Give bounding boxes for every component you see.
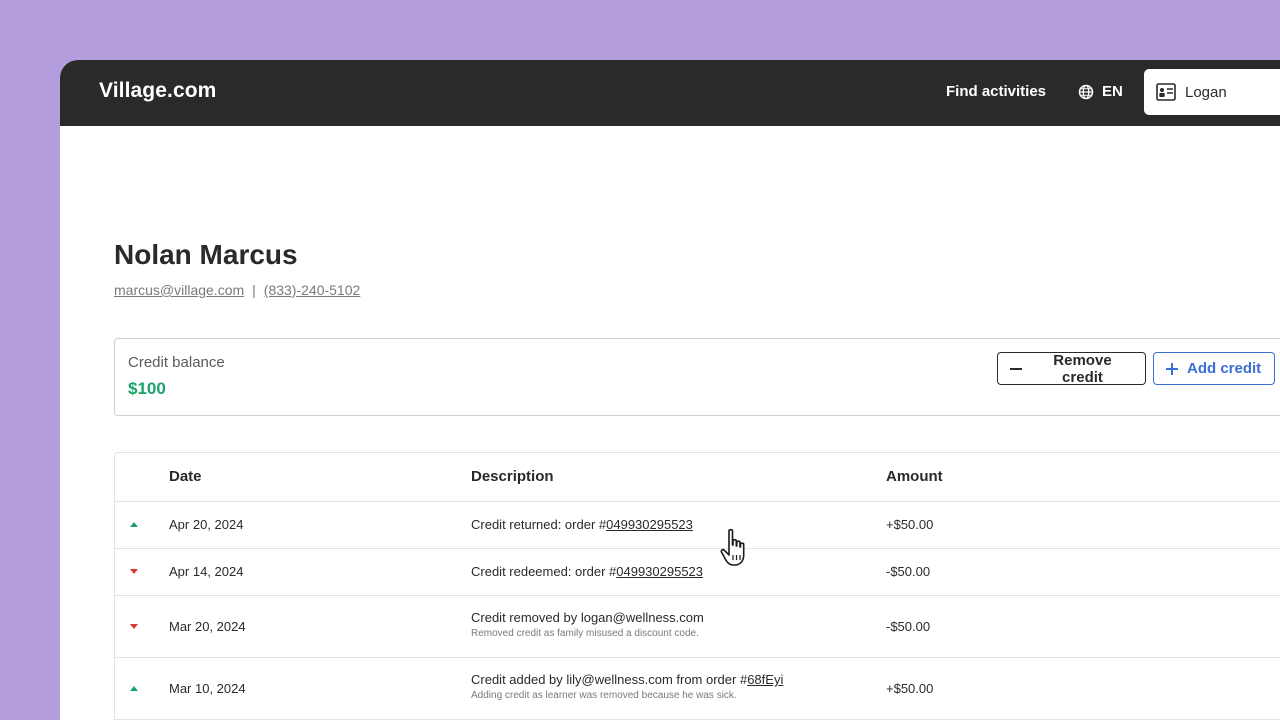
phone-link[interactable]: (833)-240-5102 [264, 282, 361, 298]
credit-balance-label: Credit balance [128, 354, 225, 371]
table-row[interactable]: Apr 14, 2024 Credit redeemed: order #049… [115, 549, 1280, 596]
find-activities-link[interactable]: Find activities [946, 83, 1046, 100]
row-date: Mar 10, 2024 [169, 681, 246, 696]
description-text: Credit redeemed: order # [471, 564, 617, 579]
language-label: EN [1102, 83, 1123, 100]
row-date: Mar 20, 2024 [169, 619, 246, 634]
row-date: Apr 14, 2024 [169, 564, 244, 579]
column-header-date[interactable]: Date [169, 468, 202, 485]
table-row[interactable]: Mar 10, 2024 Credit added by lily@wellne… [115, 658, 1280, 720]
row-amount: -$50.00 [886, 564, 931, 579]
credit-balance-value: $100 [128, 379, 166, 398]
logo[interactable]: Village.com [99, 79, 216, 103]
order-link[interactable]: 049930295523 [616, 564, 703, 579]
add-credit-label: Add credit [1187, 360, 1262, 377]
description-text: Credit added by lily@wellness.com from o… [471, 672, 748, 687]
email-link[interactable]: marcus@village.com [114, 282, 244, 298]
user-name: Logan [1185, 83, 1227, 101]
top-navigation-bar: Village.com Find activities EN Logan [60, 60, 1280, 126]
order-link[interactable]: 68fEyi [747, 672, 783, 687]
row-description: Credit removed by logan@wellness.com Rem… [471, 610, 704, 639]
plus-icon [1166, 362, 1178, 375]
remove-credit-label: Remove credit [1053, 351, 1112, 386]
id-card-icon [1156, 83, 1176, 101]
description-note: Adding credit as learner was removed bec… [471, 690, 737, 701]
table-row[interactable]: Apr 20, 2024 Credit returned: order #049… [115, 502, 1280, 549]
increase-arrow-icon [130, 686, 138, 691]
order-link[interactable]: 049930295523 [606, 517, 693, 532]
globe-icon [1078, 84, 1094, 99]
description-text: Credit returned: order # [471, 517, 607, 532]
description-note: Removed credit as family misused a disco… [471, 628, 699, 639]
row-date: Apr 20, 2024 [169, 517, 244, 532]
hand-pointer-cursor-icon [720, 528, 745, 566]
row-amount: +$50.00 [886, 517, 934, 532]
row-description: Credit redeemed: order #049930295523 [471, 564, 703, 579]
language-selector[interactable]: EN [1078, 83, 1123, 100]
credit-balance-card: Credit balance $100 Remove credit Add cr… [114, 338, 1280, 416]
contact-info: marcus@village.com | (833)-240-5102 [114, 282, 360, 298]
credit-history-table: Date Description Amount Apr 20, 2024 Cre… [114, 452, 1280, 720]
row-amount: +$50.00 [886, 681, 934, 696]
table-header: Date Description Amount [115, 453, 1280, 502]
contact-separator: | [252, 282, 256, 298]
app-window: Village.com Find activities EN Logan Nol [60, 60, 1280, 720]
user-menu-button[interactable]: Logan [1144, 69, 1280, 115]
increase-arrow-icon [130, 522, 138, 527]
decrease-arrow-icon [130, 569, 138, 574]
row-amount: -$50.00 [886, 619, 931, 634]
minus-icon [1009, 367, 1022, 370]
decrease-arrow-icon [130, 624, 138, 629]
add-credit-button[interactable]: Add credit [1153, 352, 1275, 385]
row-description: Credit returned: order #049930295523 [471, 517, 693, 532]
column-header-amount[interactable]: Amount [886, 468, 943, 485]
row-description: Credit added by lily@wellness.com from o… [471, 672, 783, 701]
remove-credit-button[interactable]: Remove credit [997, 351, 1146, 386]
page-title: Nolan Marcus [114, 239, 298, 270]
description-text: Credit removed by logan@wellness.com [471, 610, 704, 625]
column-header-description[interactable]: Description [471, 468, 554, 485]
table-row[interactable]: Mar 20, 2024 Credit removed by logan@wel… [115, 596, 1280, 658]
